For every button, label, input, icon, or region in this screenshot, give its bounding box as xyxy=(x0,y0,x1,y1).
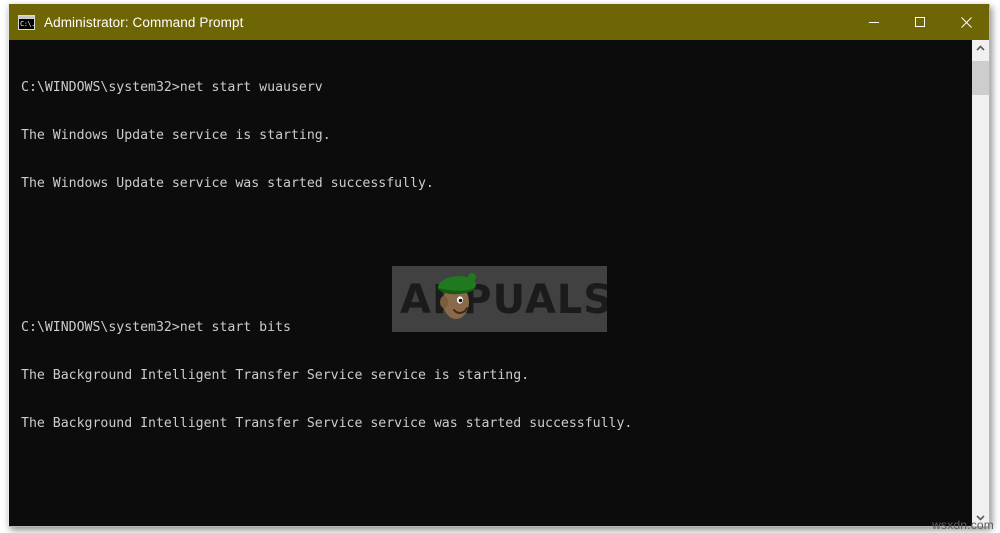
console-scrollbar[interactable] xyxy=(971,40,989,526)
minimize-button[interactable] xyxy=(851,4,897,40)
console-line: The Windows Update service was started s… xyxy=(21,176,434,191)
chevron-down-icon xyxy=(976,515,985,521)
window-controls xyxy=(851,4,989,40)
scrollbar-thumb[interactable] xyxy=(972,61,989,95)
minimize-icon xyxy=(869,22,879,23)
command-prompt-window: C:\. Administrator: Command Prompt C:\WI… xyxy=(8,4,990,527)
console-area[interactable]: C:\WINDOWS\system32>net start wuauserv T… xyxy=(9,40,989,526)
console-line: C:\WINDOWS\system32>net start wuauserv xyxy=(21,80,323,95)
window-title: Administrator: Command Prompt xyxy=(44,14,244,30)
console-output: C:\WINDOWS\system32>net start wuauserv T… xyxy=(9,40,971,526)
cmd-icon-prompt-glyph: C:\. xyxy=(20,19,35,28)
title-bar[interactable]: C:\. Administrator: Command Prompt xyxy=(9,4,989,40)
scrollbar-down-button[interactable] xyxy=(972,509,989,526)
chevron-up-icon xyxy=(976,45,985,51)
console-line: The Background Intelligent Transfer Serv… xyxy=(21,368,530,383)
maximize-icon xyxy=(915,17,925,27)
close-button[interactable] xyxy=(943,4,989,40)
scrollbar-up-button[interactable] xyxy=(972,40,989,57)
scrollbar-track[interactable] xyxy=(972,57,989,509)
console-line: The Windows Update service is starting. xyxy=(21,128,331,143)
console-line: C:\WINDOWS\system32>net start bits xyxy=(21,320,291,335)
console-line: The Background Intelligent Transfer Serv… xyxy=(21,416,633,431)
close-icon xyxy=(960,16,972,28)
desktop-background: C:\. Administrator: Command Prompt C:\WI… xyxy=(0,0,1000,533)
maximize-button[interactable] xyxy=(897,4,943,40)
cmd-icon: C:\. xyxy=(18,14,35,30)
